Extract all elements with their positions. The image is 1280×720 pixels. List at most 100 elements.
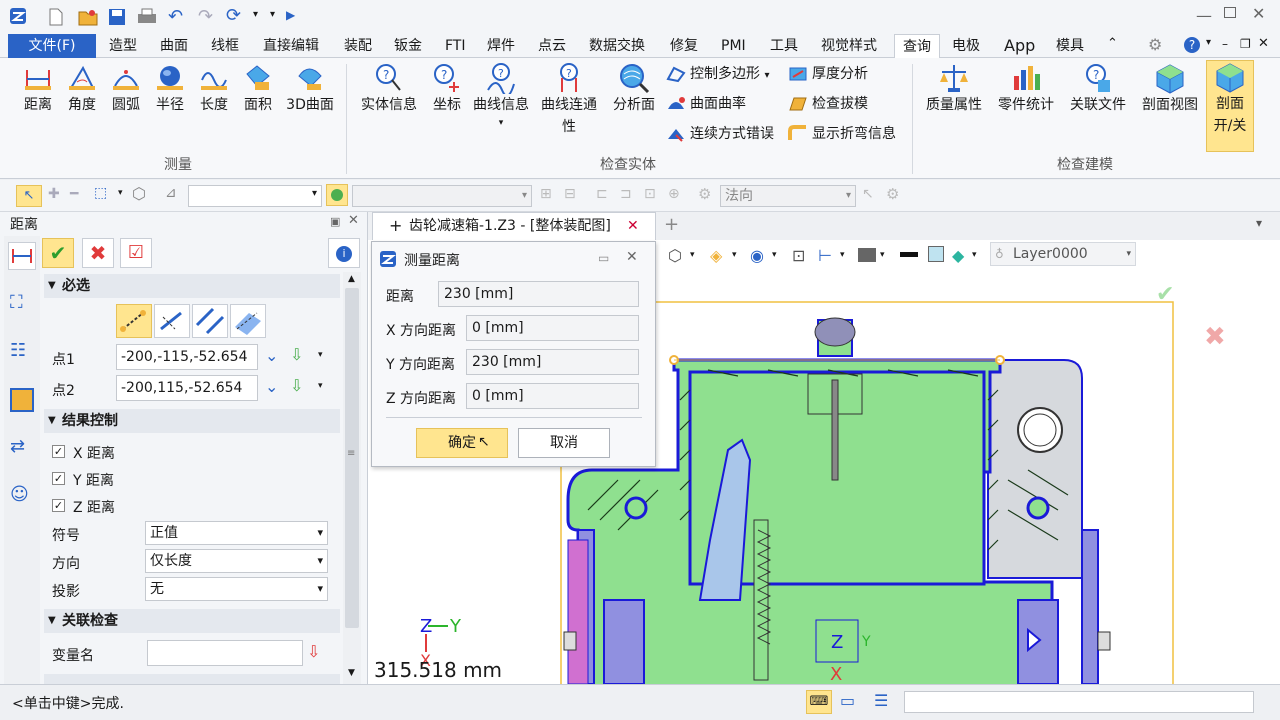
mode-point-face-icon[interactable] — [230, 304, 266, 338]
variable-pick-icon[interactable]: ⇩ — [307, 642, 320, 661]
status-command-input[interactable] — [904, 691, 1254, 713]
shading-dropdown-icon[interactable]: ▾ — [772, 250, 777, 260]
cancel-button[interactable]: 取消 — [518, 428, 610, 458]
tab-list-icon[interactable]: ▾ — [1256, 216, 1262, 230]
mass-properties-button[interactable]: 质量属性 — [922, 62, 986, 116]
measure-distance-button[interactable]: 距离 — [20, 62, 56, 116]
status-input-mode-icon[interactable]: ⌨ — [806, 690, 832, 714]
print-icon[interactable] — [137, 8, 157, 26]
curve-info-dropdown-icon[interactable]: ▾ — [470, 116, 532, 130]
section-toggle-button[interactable]: 剖面 开/关 — [1206, 60, 1254, 152]
info-icon[interactable]: i — [328, 238, 360, 268]
draft-check-button[interactable]: 检查拔模 — [788, 92, 868, 116]
pick-box-dropdown-icon[interactable]: ▾ — [118, 188, 123, 198]
point2-dropdown-icon[interactable]: ▾ — [318, 381, 323, 391]
menu-item-visual-style[interactable]: 视觉样式 — [819, 34, 879, 58]
ok-button[interactable]: 确定 — [416, 428, 508, 458]
measure-area-button[interactable]: 面积 — [240, 62, 276, 116]
coordinate-button[interactable]: ? 坐标 — [430, 62, 464, 116]
doc-restore-icon[interactable]: ❐ — [1240, 37, 1251, 51]
x-distance-checkbox[interactable]: ✓ — [52, 445, 65, 458]
mode-line-line-icon[interactable] — [192, 304, 228, 338]
analysis-face-button[interactable]: 分析面 — [610, 62, 658, 116]
thickness-analysis-button[interactable]: 厚度分析 — [788, 62, 868, 86]
menu-item-app[interactable]: App — [1002, 34, 1037, 58]
viewport-confirm-icon[interactable]: ✔ — [1156, 282, 1174, 307]
menu-item-fti[interactable]: FTI — [443, 34, 468, 58]
open-folder-icon[interactable] — [78, 8, 98, 26]
view-cube-icon[interactable]: ⬡ — [668, 246, 682, 265]
menu-item-query[interactable]: 查询 — [894, 34, 940, 59]
help-dropdown-icon[interactable]: ▾ — [1206, 37, 1211, 48]
measure-angle-button[interactable]: 角度 — [64, 62, 100, 116]
surface-curvature-button[interactable]: 曲面曲率 — [666, 92, 746, 116]
mode-point-point-icon[interactable] — [116, 304, 152, 338]
add-filter-icon[interactable]: ✚ — [48, 186, 60, 202]
zoom-box-icon[interactable]: ⊡ — [792, 246, 805, 265]
section-result-control[interactable]: 结果控制 — [44, 409, 340, 433]
pick-box-icon[interactable]: ⬚ — [94, 185, 107, 201]
measure-length-button[interactable]: 长度 — [196, 62, 232, 116]
filter-icon[interactable]: ⊿ — [165, 185, 177, 201]
panel-scrollbar[interactable]: ▲ ≡ ▼ — [343, 272, 361, 684]
sign-select[interactable]: 正值 — [145, 521, 328, 545]
continuity-error-button[interactable]: 连续方式错误 — [666, 122, 774, 146]
close-icon[interactable]: ✕ — [1252, 4, 1265, 23]
doc-minimize-icon[interactable]: – — [1222, 37, 1228, 51]
help-icon[interactable]: ? — [1184, 37, 1200, 53]
y-distance-checkbox[interactable]: ✓ — [52, 472, 65, 485]
z-distance-checkbox[interactable]: ✓ — [52, 499, 65, 512]
point2-expand-icon[interactable]: ⌄ — [265, 377, 278, 396]
chevron-down-icon[interactable]: ▾ — [253, 9, 258, 20]
projection-select[interactable]: 无 — [145, 577, 328, 601]
panel-pin-icon[interactable]: ▣ — [330, 215, 340, 228]
section-associative-check[interactable]: 关联检查 — [44, 609, 340, 633]
collapse-ribbon-icon[interactable]: ⌃ — [1107, 36, 1118, 51]
point2-input[interactable]: -200,115,-52.654 — [116, 375, 258, 401]
measure-arc-button[interactable]: 圆弧 — [108, 62, 144, 116]
point1-dropdown-icon[interactable]: ▾ — [318, 350, 323, 360]
point2-pick-icon[interactable]: ⇩ — [290, 376, 303, 395]
tab-exchange-icon[interactable]: ⇄ — [10, 436, 25, 457]
related-files-button[interactable]: ? 关联文件 — [1066, 62, 1130, 116]
curve-info-button[interactable]: ? 曲线信息 ▾ — [470, 62, 532, 130]
menu-item-electrode[interactable]: 电极 — [950, 34, 982, 58]
section-view-button[interactable]: 剖面视图 — [1138, 62, 1202, 116]
curve-continuity-button[interactable]: ? 曲线连通 性 — [538, 62, 600, 138]
undo-icon[interactable]: ↶ — [168, 6, 183, 27]
entity-info-button[interactable]: ? 实体信息 — [358, 62, 420, 116]
menu-item-tools[interactable]: 工具 — [768, 34, 800, 58]
control-polygon-button[interactable]: 控制多边形 ▾ — [666, 62, 769, 86]
dialog-comment-icon[interactable]: ▭ — [598, 251, 609, 265]
layer-icon[interactable]: ◆ — [952, 246, 964, 265]
point1-expand-icon[interactable]: ⌄ — [265, 346, 278, 365]
smart-pick-icon[interactable] — [326, 184, 348, 206]
menu-item-repair[interactable]: 修复 — [668, 34, 700, 58]
cancel-x-icon[interactable]: ✖ — [82, 238, 114, 268]
bend-info-button[interactable]: 显示折弯信息 — [788, 122, 896, 146]
filter-select[interactable]: ▾ — [188, 185, 322, 207]
tab-user-icon[interactable]: ☺ — [10, 484, 29, 505]
viewport-cancel-icon[interactable]: ✖ — [1204, 322, 1226, 352]
orient-dropdown-icon[interactable]: ▾ — [732, 250, 737, 260]
display-mode-icon[interactable] — [858, 248, 876, 262]
minimize-icon[interactable]: — — [1196, 6, 1212, 25]
point1-pick-icon[interactable]: ⇩ — [290, 345, 303, 364]
mode-point-line-icon[interactable] — [154, 304, 190, 338]
play-icon[interactable]: ▶ — [286, 8, 295, 22]
tab-close-icon[interactable]: ✕ — [627, 213, 639, 239]
menu-item-pmi[interactable]: PMI — [719, 34, 748, 58]
shading-icon[interactable]: ◉ — [750, 246, 764, 265]
menu-item-surface[interactable]: 曲面 — [158, 34, 190, 58]
dimension-icon[interactable]: ⊢ — [818, 246, 832, 265]
menu-item-pointcloud[interactable]: 点云 — [536, 34, 568, 58]
doc-close-icon[interactable]: ✕ — [1258, 36, 1269, 51]
pick-circle-icon[interactable]: ⬡ — [132, 184, 146, 203]
tab-history-icon[interactable]: ⛶ — [10, 292, 23, 313]
gear-icon[interactable]: ⚙ — [1148, 35, 1162, 54]
apply-check-icon[interactable]: ☑ — [120, 238, 152, 268]
color-swatch-icon[interactable] — [928, 246, 944, 262]
remove-filter-icon[interactable]: ━ — [70, 186, 78, 202]
view-cube-dropdown-icon[interactable]: ▾ — [690, 250, 695, 260]
layer-dropdown-icon[interactable]: ▾ — [972, 250, 977, 260]
